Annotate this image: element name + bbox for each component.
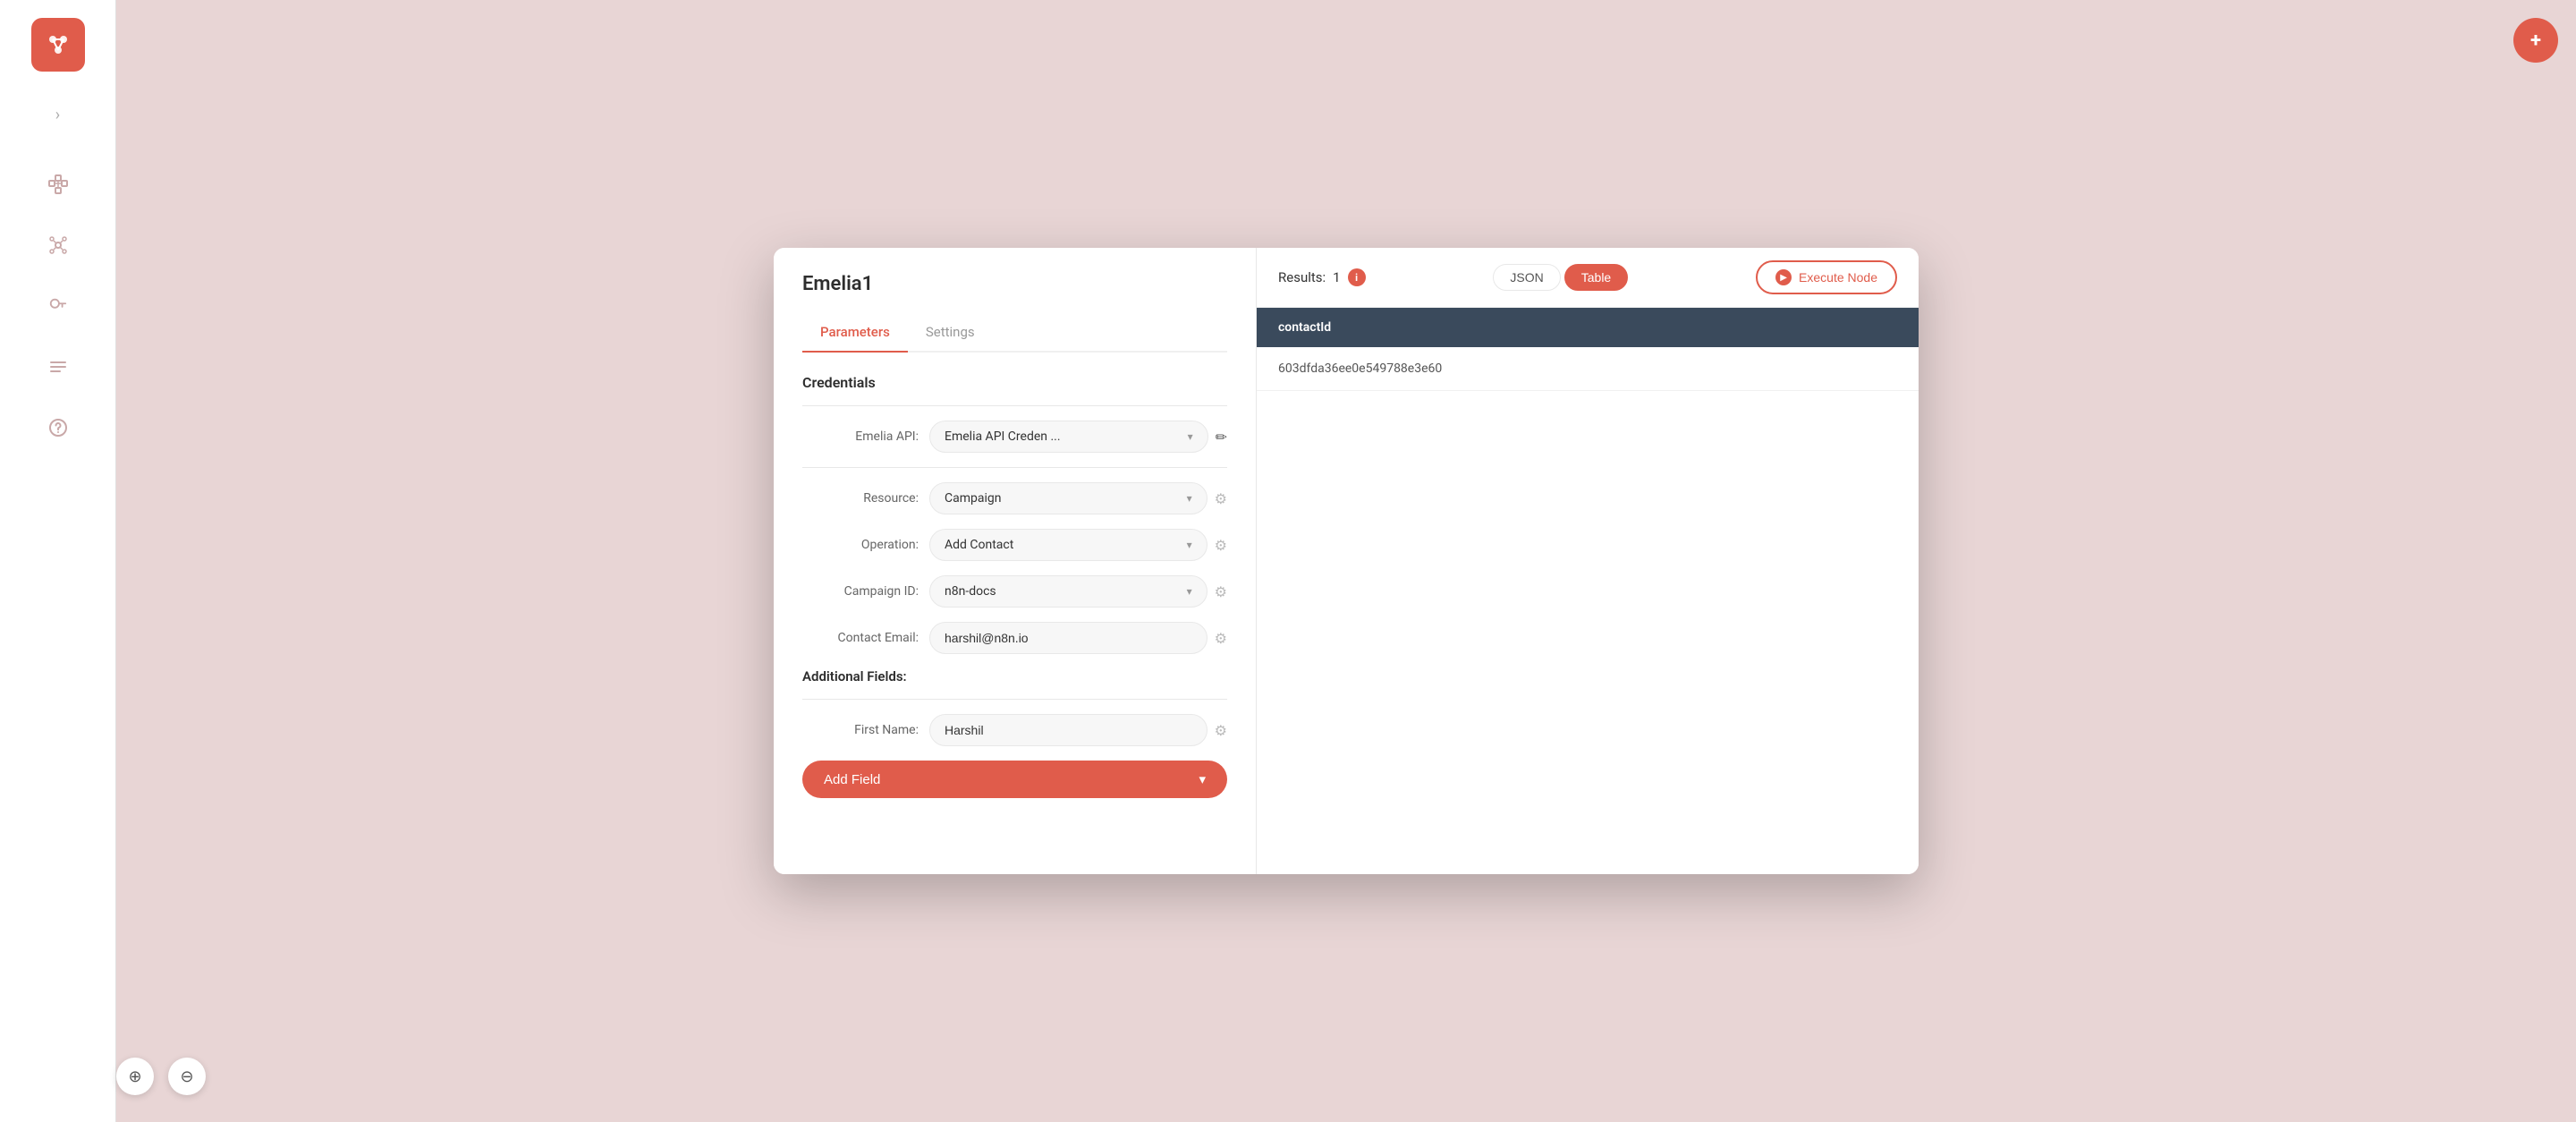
emelia-api-control: Emelia API Creden ... ▾ ✏ bbox=[929, 421, 1227, 453]
zoom-out-button[interactable]: ⊖ bbox=[168, 1058, 206, 1095]
credentials-divider bbox=[802, 405, 1227, 406]
bottom-controls: ⊕ ⊖ bbox=[116, 1058, 206, 1095]
panel-title: Emelia1 bbox=[802, 273, 1227, 295]
first-name-control: ⚙ bbox=[929, 714, 1227, 746]
execute-label: Execute Node bbox=[1799, 270, 1877, 285]
nodes-icon[interactable] bbox=[40, 166, 76, 202]
emelia-api-label: Emelia API: bbox=[802, 429, 919, 444]
credentials-section-title: Credentials bbox=[802, 374, 1227, 391]
first-name-input[interactable] bbox=[929, 714, 1208, 746]
operation-gear-icon[interactable]: ⚙ bbox=[1215, 537, 1227, 554]
emelia-api-value: Emelia API Creden ... bbox=[945, 429, 1061, 444]
chevron-down-icon-campaign: ▾ bbox=[1187, 585, 1192, 598]
network-icon[interactable] bbox=[40, 227, 76, 263]
right-header: Results: 1 i JSON Table ▶ Execute Node bbox=[1257, 248, 1919, 308]
resource-row: Resource: Campaign ▾ ⚙ bbox=[802, 482, 1227, 514]
key-icon[interactable] bbox=[40, 288, 76, 324]
campaign-id-row: Campaign ID: n8n-docs ▾ ⚙ bbox=[802, 575, 1227, 608]
chevron-down-icon-resource: ▾ bbox=[1187, 492, 1192, 505]
contact-email-row: Contact Email: ⚙ bbox=[802, 622, 1227, 654]
results-info: Results: 1 i bbox=[1278, 268, 1366, 286]
contact-email-control: ⚙ bbox=[929, 622, 1227, 654]
help-icon[interactable] bbox=[40, 410, 76, 446]
emelia-api-row: Emelia API: Emelia API Creden ... ▾ ✏ bbox=[802, 421, 1227, 453]
resource-control: Campaign ▾ ⚙ bbox=[929, 482, 1227, 514]
resource-gear-icon[interactable]: ⚙ bbox=[1215, 490, 1227, 507]
panel-body: Credentials Emelia API: Emelia API Crede… bbox=[774, 353, 1256, 874]
sidebar: › bbox=[0, 0, 116, 1122]
operation-value: Add Contact bbox=[945, 538, 1013, 552]
table-header-row: contactId bbox=[1257, 308, 1919, 347]
first-name-row: First Name: ⚙ bbox=[802, 714, 1227, 746]
additional-fields-header: Additional Fields: bbox=[802, 668, 1227, 684]
edit-icon[interactable]: ✏ bbox=[1216, 429, 1227, 446]
tab-settings[interactable]: Settings bbox=[908, 313, 993, 353]
operation-control: Add Contact ▾ ⚙ bbox=[929, 529, 1227, 561]
resource-label: Resource: bbox=[802, 491, 919, 506]
tab-parameters[interactable]: Parameters bbox=[802, 313, 908, 353]
contact-email-input[interactable] bbox=[929, 622, 1208, 654]
sidebar-logo[interactable] bbox=[31, 18, 85, 72]
chevron-down-icon: ▾ bbox=[1188, 430, 1193, 443]
operation-row: Operation: Add Contact ▾ ⚙ bbox=[802, 529, 1227, 561]
first-name-gear-icon[interactable]: ⚙ bbox=[1215, 722, 1227, 739]
results-label: Results: bbox=[1278, 269, 1326, 285]
table-header-cell: contactId bbox=[1278, 320, 1331, 335]
panel-header: Emelia1 Parameters Settings bbox=[774, 248, 1256, 353]
info-badge: i bbox=[1348, 268, 1366, 286]
add-field-chevron-icon: ▾ bbox=[1199, 771, 1206, 787]
right-panel: Results: 1 i JSON Table ▶ Execute Node c… bbox=[1257, 248, 1919, 874]
sidebar-icons bbox=[40, 166, 76, 446]
resource-value: Campaign bbox=[945, 491, 1001, 506]
table-container: contactId 603dfda36ee0e549788e3e60 bbox=[1257, 308, 1919, 874]
table-body-row: 603dfda36ee0e549788e3e60 bbox=[1257, 347, 1919, 391]
avatar[interactable]: + bbox=[2513, 18, 2558, 63]
table-cell-value: 603dfda36ee0e549788e3e60 bbox=[1278, 361, 1442, 376]
modal-overlay: Emelia1 Parameters Settings Credentials … bbox=[116, 0, 2576, 1122]
add-field-label: Add Field bbox=[824, 772, 880, 787]
chevron-down-icon-operation: ▾ bbox=[1187, 539, 1192, 551]
view-json-button[interactable]: JSON bbox=[1493, 264, 1560, 291]
sidebar-toggle[interactable]: › bbox=[42, 98, 74, 131]
list-icon[interactable] bbox=[40, 349, 76, 385]
campaign-id-control: n8n-docs ▾ ⚙ bbox=[929, 575, 1227, 608]
left-panel: Emelia1 Parameters Settings Credentials … bbox=[774, 248, 1257, 874]
email-gear-icon[interactable]: ⚙ bbox=[1215, 630, 1227, 647]
contact-email-label: Contact Email: bbox=[802, 631, 919, 645]
divider2 bbox=[802, 467, 1227, 468]
tabs: Parameters Settings bbox=[802, 313, 1227, 353]
campaign-id-dropdown[interactable]: n8n-docs ▾ bbox=[929, 575, 1208, 608]
execute-node-button[interactable]: ▶ Execute Node bbox=[1756, 260, 1897, 294]
campaign-id-value: n8n-docs bbox=[945, 584, 996, 599]
results-count: 1 bbox=[1333, 269, 1340, 285]
zoom-in-button[interactable]: ⊕ bbox=[116, 1058, 154, 1095]
campaign-gear-icon[interactable]: ⚙ bbox=[1215, 583, 1227, 600]
view-toggle: JSON Table bbox=[1493, 264, 1628, 291]
add-field-button[interactable]: Add Field ▾ bbox=[802, 761, 1227, 798]
first-name-label: First Name: bbox=[802, 723, 919, 737]
operation-dropdown[interactable]: Add Contact ▾ bbox=[929, 529, 1208, 561]
operation-label: Operation: bbox=[802, 538, 919, 552]
view-table-button[interactable]: Table bbox=[1564, 264, 1628, 291]
play-icon: ▶ bbox=[1775, 269, 1792, 285]
campaign-id-label: Campaign ID: bbox=[802, 584, 919, 599]
modal: Emelia1 Parameters Settings Credentials … bbox=[774, 248, 1919, 874]
resource-dropdown[interactable]: Campaign ▾ bbox=[929, 482, 1208, 514]
additional-divider bbox=[802, 699, 1227, 700]
emelia-api-dropdown[interactable]: Emelia API Creden ... ▾ bbox=[929, 421, 1208, 453]
